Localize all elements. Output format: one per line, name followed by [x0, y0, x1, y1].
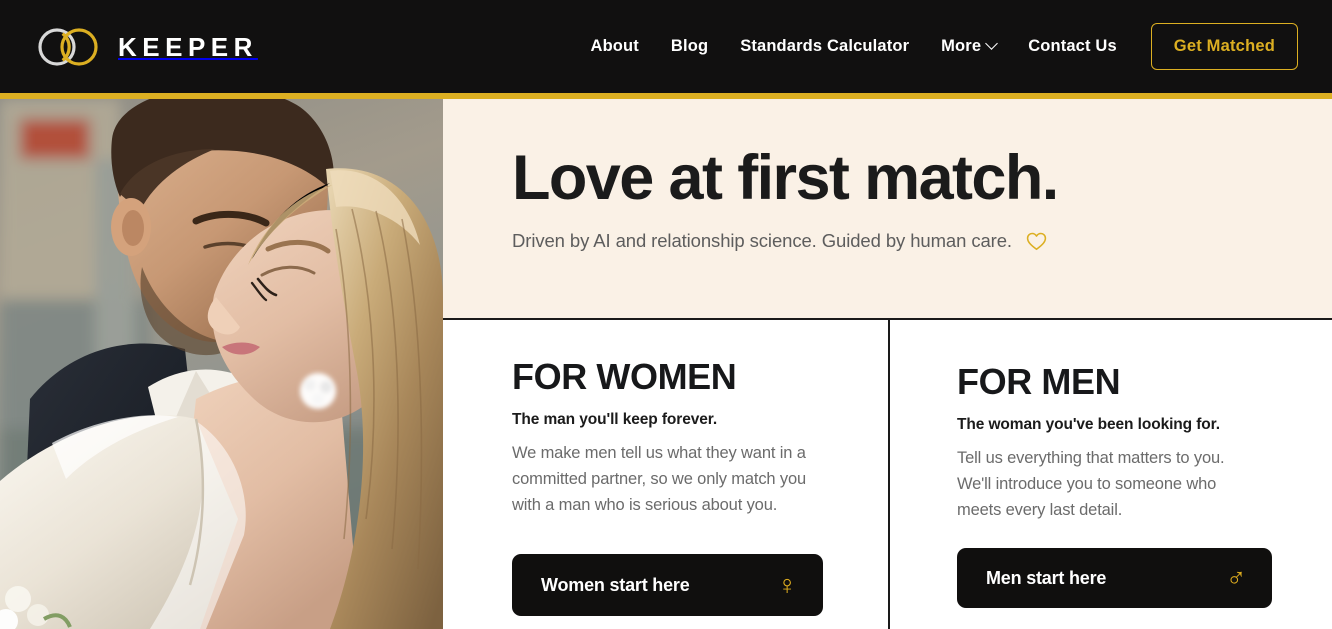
- venus-symbol-icon: ♀: [776, 569, 797, 600]
- for-men-title: FOR MEN: [957, 361, 1121, 402]
- nav-item-about[interactable]: About: [575, 37, 655, 56]
- nav-item-contact-us[interactable]: Contact Us: [1012, 37, 1133, 56]
- section-for-women: FOR WOMEN The man you'll keep forever. W…: [443, 320, 890, 629]
- hero-photo-illustration: [0, 99, 443, 629]
- page-title: Love at first match.: [512, 143, 1059, 213]
- heart-outline-icon: [1026, 232, 1047, 250]
- nav-item-standards-calculator[interactable]: Standards Calculator: [724, 37, 925, 56]
- brand-logo-link[interactable]: KEEPER: [36, 0, 258, 93]
- nav-item-about-label: About: [590, 37, 639, 55]
- men-start-here-label: Men start here: [986, 567, 1107, 588]
- get-matched-button[interactable]: Get Matched: [1150, 23, 1298, 70]
- nav-item-more-label: More: [941, 37, 982, 55]
- men-start-here-button[interactable]: Men start here ♂: [957, 548, 1272, 608]
- nav-item-contact-us-label: Contact Us: [1028, 37, 1117, 55]
- landing-page: KEEPER About Blog Standards Calculator M…: [0, 0, 1332, 629]
- chevron-down-icon: [985, 37, 999, 50]
- audience-columns: FOR WOMEN The man you'll keep forever. W…: [443, 320, 1332, 629]
- for-women-lede: The man you'll keep forever.: [512, 410, 718, 428]
- hero-subtitle: Driven by AI and relationship science. G…: [512, 230, 1012, 251]
- for-men-body: Tell us everything that matters to you. …: [957, 448, 1225, 519]
- hero-couple-photo: [0, 99, 443, 629]
- nav-item-more[interactable]: More: [925, 37, 1012, 56]
- hero-subtitle-row: Driven by AI and relationship science. G…: [512, 229, 1047, 253]
- nav-item-blog[interactable]: Blog: [655, 37, 724, 56]
- main-nav: About Blog Standards Calculator More Con…: [575, 0, 1298, 93]
- women-start-here-label: Women start here: [541, 574, 690, 595]
- for-women-title: FOR WOMEN: [512, 356, 737, 397]
- section-for-men: FOR MEN The woman you've been looking fo…: [890, 320, 1332, 629]
- nav-item-standards-calculator-label: Standards Calculator: [740, 37, 910, 55]
- hero-panel: Love at first match. Driven by AI and re…: [443, 99, 1332, 320]
- for-women-body: We make men tell us what they want in a …: [512, 443, 807, 514]
- brand-name: KEEPER: [118, 31, 258, 62]
- mars-symbol-icon: ♂: [1225, 562, 1246, 593]
- site-header: KEEPER About Blog Standards Calculator M…: [0, 0, 1332, 99]
- for-men-lede: The woman you've been looking for.: [957, 415, 1220, 433]
- two-interlocking-rings-icon: [38, 27, 98, 66]
- nav-item-blog-label: Blog: [670, 37, 709, 55]
- women-start-here-button[interactable]: Women start here ♀: [512, 554, 823, 616]
